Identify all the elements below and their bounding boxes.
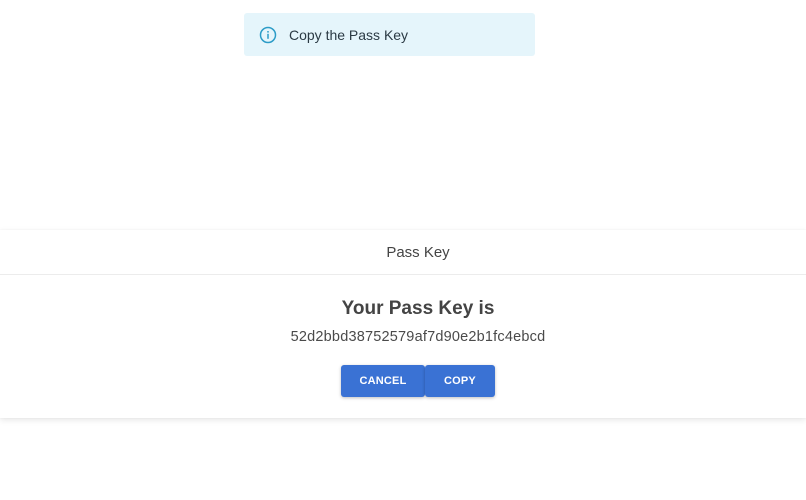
- info-icon: [259, 26, 277, 44]
- pass-key-heading: Your Pass Key is: [341, 298, 495, 319]
- copy-button[interactable]: COPY: [425, 365, 495, 397]
- dialog-header: Pass Key: [0, 230, 806, 275]
- dialog-actions: CANCEL COPY: [341, 365, 495, 397]
- cancel-button[interactable]: CANCEL: [341, 365, 425, 397]
- info-alert: Copy the Pass Key: [244, 13, 535, 56]
- dialog-title: Pass Key: [386, 243, 450, 261]
- pass-key-value: 52d2bbd38752579af7d90e2b1fc4ebcd: [290, 329, 546, 345]
- pass-key-dialog: Pass Key Your Pass Key is 52d2bbd3875257…: [0, 230, 806, 418]
- dialog-body: Your Pass Key is 52d2bbd38752579af7d90e2…: [0, 298, 806, 346]
- page: Copy the Pass Key Pass Key Your Pass Key…: [0, 0, 806, 500]
- alert-message: Copy the Pass Key: [289, 26, 409, 43]
